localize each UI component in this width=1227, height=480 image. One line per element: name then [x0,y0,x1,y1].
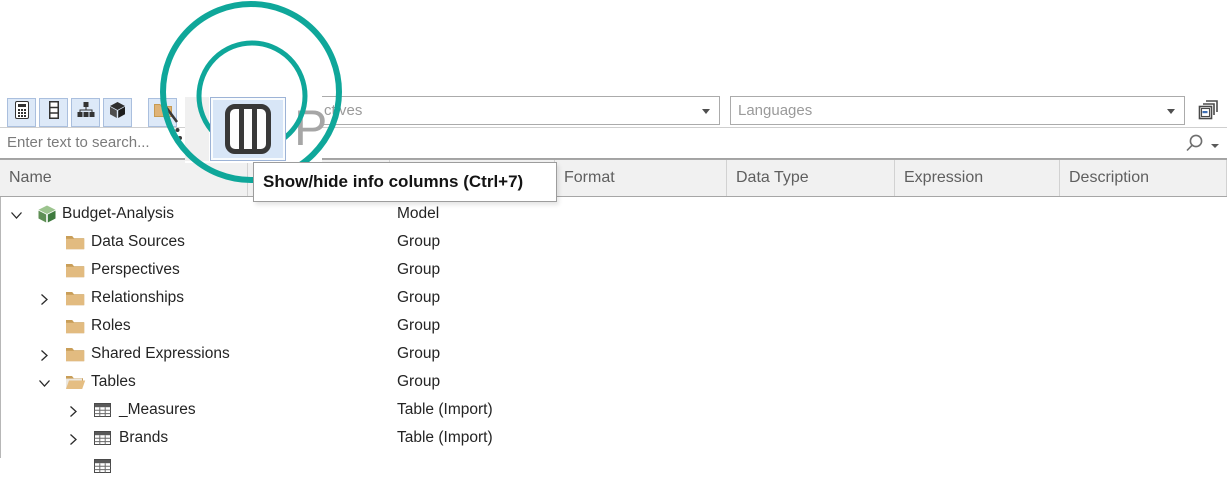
info-columns-tooltip: Show/hide info columns (Ctrl+7) [253,162,557,202]
column-header-name[interactable]: Name [0,160,248,196]
tree-row-label: Relationships [91,284,184,312]
magnified-toolbar-gap [185,97,209,161]
folder-icon [65,344,86,364]
show-columns-button[interactable] [39,98,68,127]
column-header-label: Name [9,169,52,187]
pencil-edit-icon-fragment [159,99,185,148]
tree-row-partial[interactable] [1,452,1227,480]
table-icon [94,428,115,448]
tree-row-label: Budget-Analysis [62,200,174,228]
chevron-right-icon[interactable] [38,348,50,360]
tree-row-shared-expressions[interactable]: Shared Expressions Group [1,340,1227,368]
caret-down-icon[interactable] [1211,144,1219,148]
object-type-cell: Group [397,228,440,256]
chevron-right-icon[interactable] [67,432,79,444]
tree-row-label: Tables [91,368,136,396]
info-columns-icon [225,104,271,154]
column-header-description[interactable]: Description [1060,160,1227,196]
chevron-right-icon[interactable] [38,292,50,304]
caret-down-icon [702,109,710,114]
column-header-label: Description [1069,169,1149,187]
perspectives-dropdown-text: ctives [324,97,362,124]
tree-row-label: Shared Expressions [91,340,230,368]
chevron-right-icon[interactable] [67,404,79,416]
languages-dropdown-text: Languages [738,97,812,124]
tooltip-text: Show/hide info columns (Ctrl+7) [254,163,556,192]
grid-header-row: Name Format Data Type Expression Description [0,159,1227,197]
table-icon [94,456,115,476]
column-header-label: Data Type [736,169,809,187]
column-header-label: Format [564,169,615,187]
object-type-cell: Table (Import) [397,424,493,452]
tree-row-label: _Measures [119,396,196,424]
chevron-down-icon[interactable] [38,376,50,388]
magnifier-icon[interactable] [1183,131,1205,160]
magnified-perspectives-letter: P [294,103,327,153]
column-header-expression[interactable]: Expression [895,160,1060,196]
tree-row-label: Brands [119,424,168,452]
perspectives-dropdown[interactable]: ctives [296,96,720,125]
object-type-cell: Group [397,368,440,396]
show-info-columns-button-magnified[interactable] [210,97,286,161]
languages-dropdown[interactable]: Languages [730,96,1185,125]
cascade-windows-icon [1196,96,1222,127]
folder-open-icon [65,372,86,392]
show-all-objects-button[interactable] [103,98,132,127]
folder-icon [65,260,86,280]
object-type-cell: Group [397,340,440,368]
folder-icon [65,316,86,336]
caret-down-icon [1167,109,1175,114]
object-type-cell: Table (Import) [397,396,493,424]
folder-icon [65,288,86,308]
tree-grid-body: Budget-AnalysisModelData SourcesGroupPer… [0,197,1227,458]
tree-row-budget-analysis[interactable]: Budget-Analysis Model [1,200,1227,228]
table-rows-icon [45,101,63,124]
tree-row-perspectives[interactable]: Perspectives Group [1,256,1227,284]
tree-row-roles[interactable]: Roles Group [1,312,1227,340]
tree-row-label: Perspectives [91,256,180,284]
tree-row-tables[interactable]: Tables Group [1,368,1227,396]
model-cube-icon [37,204,58,224]
show-measures-button[interactable] [7,98,36,127]
column-header-format[interactable]: Format [555,160,727,196]
cascade-windows-button[interactable] [1194,97,1224,125]
column-header-data-type[interactable]: Data Type [727,160,895,196]
cube-icon [108,101,127,125]
show-hierarchies-button[interactable] [71,98,100,127]
tree-row-label: Data Sources [91,228,185,256]
object-type-cell: Group [397,256,440,284]
folder-icon [65,232,86,252]
search-placeholder: Enter text to search... [7,128,150,157]
tree-row-data-sources[interactable]: Data Sources Group [1,228,1227,256]
object-type-cell: Group [397,312,440,340]
column-header-label: Expression [904,169,983,187]
object-type-cell: Group [397,284,440,312]
tree-row-label: Roles [91,312,131,340]
tree-row-relationships[interactable]: Relationships Group [1,284,1227,312]
tree-row--measures[interactable]: _Measures Table (Import) [1,396,1227,424]
object-type-cell: Model [397,200,439,228]
calculator-icon [13,101,31,124]
table-icon [94,400,115,420]
hierarchy-icon [77,101,95,124]
tree-row-brands[interactable]: Brands Table (Import) [1,424,1227,452]
chevron-down-icon[interactable] [10,208,22,220]
